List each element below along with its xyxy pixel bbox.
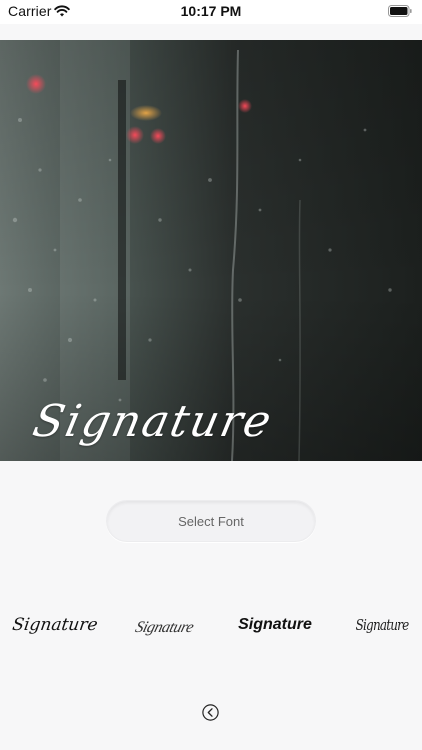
chevron-left-circle-icon[interactable] [202, 704, 219, 721]
clock-time: 10:17 PM [180, 3, 242, 19]
font-samples-row: Signature Signature Signature Signature [0, 600, 422, 650]
status-bar: Carrier 10:17 PM [0, 0, 422, 24]
font-sample-2[interactable]: Signature [120, 603, 207, 653]
font-sample-3[interactable]: Signature [230, 600, 320, 650]
battery-icon [388, 5, 412, 17]
photo-preview: Signature [0, 40, 422, 461]
font-sample-1[interactable]: Signature [11, 600, 99, 650]
select-font-button[interactable]: Select Font [106, 500, 316, 542]
font-sample-4[interactable]: Signature [356, 600, 410, 650]
signature-overlay-text: Signature [28, 396, 278, 447]
